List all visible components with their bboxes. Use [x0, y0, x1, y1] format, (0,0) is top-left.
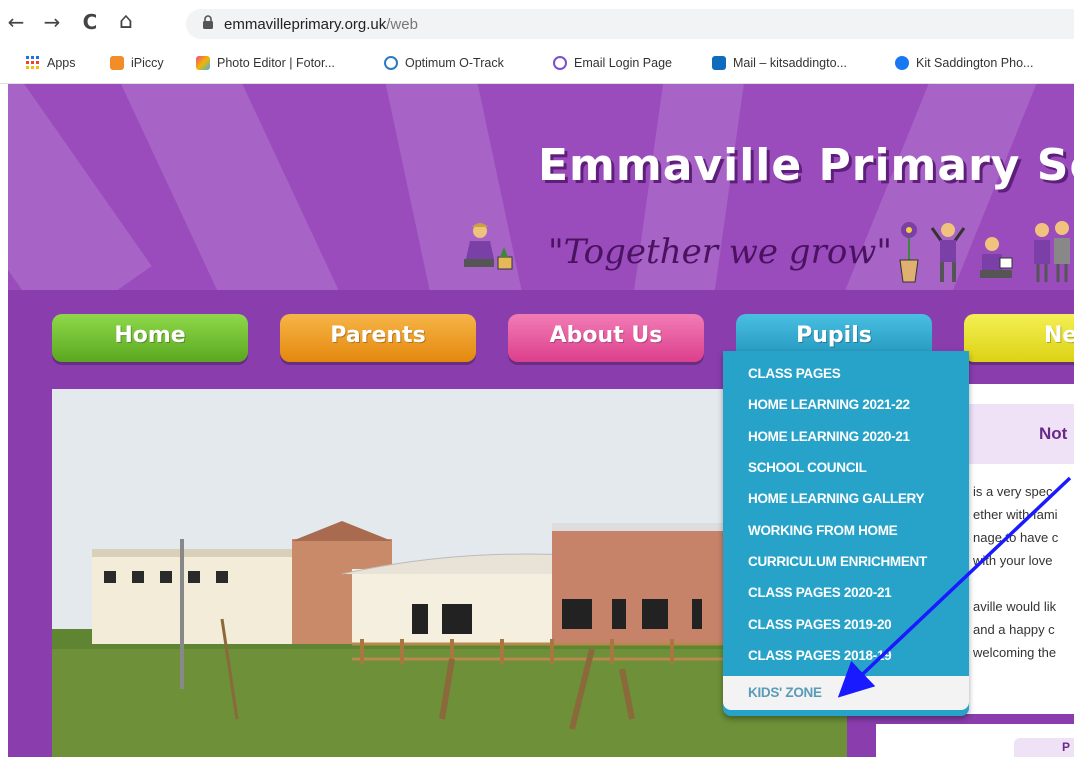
children-group-figure [1034, 221, 1070, 282]
url-text: emmavilleprimary.org.uk/web [224, 16, 418, 33]
bookmark-fotor[interactable]: Photo Editor | Fotor... [196, 56, 335, 70]
pupils-dropdown-menu: CLASS PAGES HOME LEARNING 2021-22 HOME L… [723, 351, 969, 716]
menu-item-class-pages-2019-20[interactable]: CLASS PAGES 2019-20 [748, 617, 892, 632]
bookmark-label: Photo Editor | Fotor... [217, 56, 335, 70]
bookmark-otrack[interactable]: Optimum O-Track [384, 56, 504, 70]
header-ray [119, 84, 347, 290]
bookmark-kit-saddington[interactable]: Kit Saddington Pho... [895, 56, 1033, 70]
notice-panel-title: Not [1039, 424, 1068, 443]
second-panel-tab[interactable]: P [1014, 738, 1074, 757]
second-panel-tab-label: P [1062, 740, 1071, 754]
menu-item-home-learning-2021-22[interactable]: HOME LEARNING 2021-22 [748, 397, 910, 412]
child-reading-figure [980, 237, 1013, 278]
child-gardening-figure [464, 223, 513, 270]
menu-item-home-learning-gallery[interactable]: HOME LEARNING GALLERY [748, 491, 925, 506]
address-bar[interactable]: emmavilleprimary.org.uk/web [186, 9, 1074, 39]
outlook-icon [712, 56, 726, 70]
apps-grid-icon [26, 56, 40, 70]
bookmark-label: Optimum O-Track [405, 56, 504, 70]
email-icon [553, 56, 567, 70]
bookmark-label: iPiccy [131, 56, 164, 70]
menu-item-kids-zone[interactable]: KIDS' ZONE [723, 676, 969, 710]
flower-pot-figure [899, 222, 919, 283]
menu-item-working-from-home[interactable]: WORKING FROM HOME [748, 523, 898, 538]
nav-news-button[interactable]: Nev [964, 314, 1074, 362]
menu-item-home-learning-2020-21[interactable]: HOME LEARNING 2020-21 [748, 429, 910, 444]
menu-item-school-council[interactable]: SCHOOL COUNCIL [748, 460, 867, 475]
nav-about-us-button[interactable]: About Us [508, 314, 704, 362]
child-waving-figure [930, 223, 966, 282]
nav-parents-button[interactable]: Parents [280, 314, 476, 362]
site-title[interactable]: Emmaville Primary Sch [538, 140, 1074, 191]
nav-home-button[interactable]: Home [52, 314, 248, 362]
site-tagline: "Together we grow" [548, 232, 893, 272]
notice-text-line: aville would lik [973, 599, 1057, 614]
notice-text-line: and a happy c [973, 622, 1055, 637]
bookmark-label: Kit Saddington Pho... [916, 56, 1034, 70]
otrack-icon [384, 56, 398, 70]
reload-icon[interactable]: C [78, 10, 102, 34]
bookmarks-bar: Apps iPiccy Photo Editor | Fotor... Opti… [0, 47, 1074, 84]
site-header: Emmaville Primary Sch "Together we grow" [8, 84, 1074, 290]
home-icon[interactable]: ⌂ [114, 10, 138, 34]
notice-text-line: nage to have c [973, 530, 1059, 545]
back-icon[interactable]: ← [4, 10, 28, 34]
menu-item-class-pages[interactable]: CLASS PAGES [748, 366, 841, 381]
lock-icon [202, 15, 214, 33]
ipiccy-icon [110, 56, 124, 70]
url-host: emmavilleprimary.org.uk [224, 16, 387, 33]
bookmark-apps[interactable]: Apps [26, 56, 76, 70]
bookmark-mail[interactable]: Mail – kitsaddingto... [712, 56, 847, 70]
url-path: /web [386, 16, 418, 33]
browser-toolbar: ← → C ⌂ emmavilleprimary.org.uk/web [0, 0, 1074, 47]
notice-text-line: is a very spec [973, 484, 1053, 499]
forward-icon[interactable]: → [40, 10, 64, 34]
bookmark-label: Apps [47, 56, 76, 70]
menu-item-class-pages-2018-19[interactable]: CLASS PAGES 2018-19 [748, 648, 892, 663]
facebook-icon [895, 56, 909, 70]
fotor-icon [196, 56, 210, 70]
menu-item-curriculum-enrichment[interactable]: CURRICULUM ENRICHMENT [748, 554, 927, 569]
menu-item-class-pages-2020-21[interactable]: CLASS PAGES 2020-21 [748, 585, 892, 600]
notice-text-line: with your love [973, 553, 1053, 568]
bookmark-email-login[interactable]: Email Login Page [553, 56, 672, 70]
bookmark-ipiccy[interactable]: iPiccy [110, 56, 164, 70]
notice-text-line: welcoming the [973, 645, 1057, 660]
header-ray [8, 84, 152, 290]
bookmark-label: Mail – kitsaddingto... [733, 56, 847, 70]
notice-text-line: ether with fami [973, 507, 1058, 522]
bookmark-label: Email Login Page [574, 56, 672, 70]
